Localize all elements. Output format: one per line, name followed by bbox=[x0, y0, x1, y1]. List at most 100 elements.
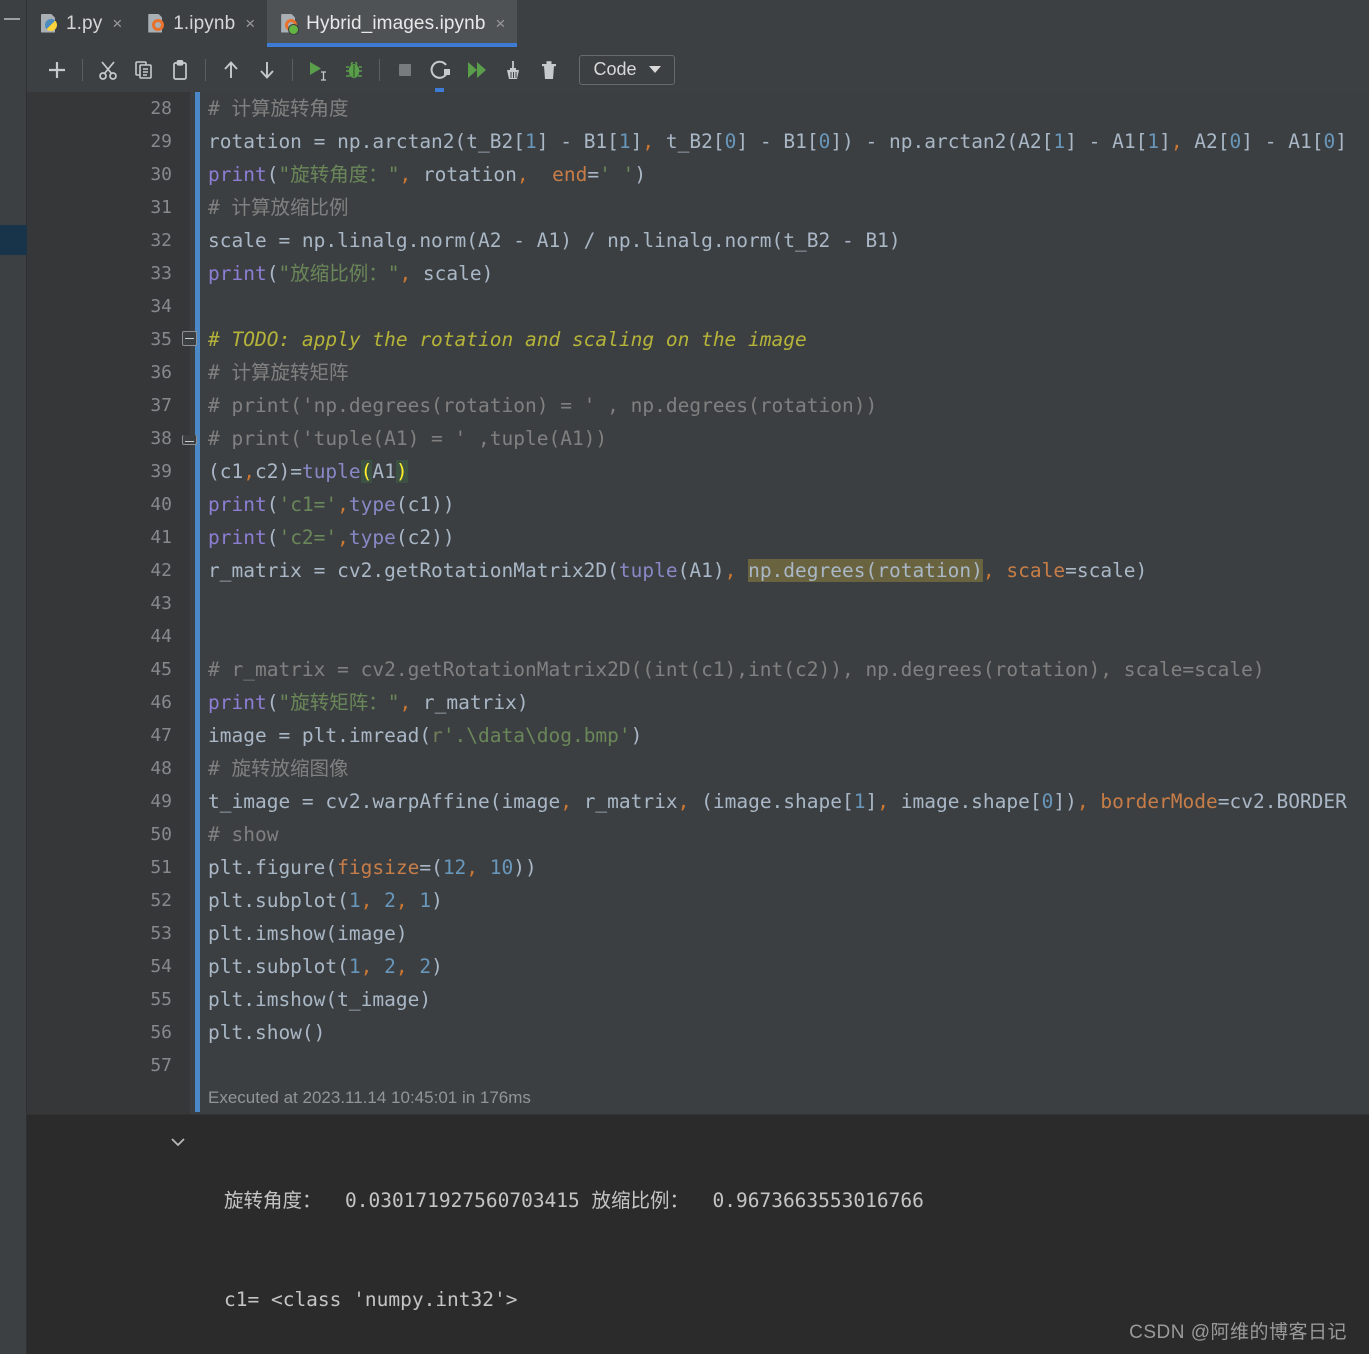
line-number: 45 bbox=[150, 659, 172, 680]
tab-1-ipynb[interactable]: 1.ipynb × bbox=[134, 0, 267, 47]
trash-icon bbox=[542, 60, 556, 79]
line-number: 47 bbox=[150, 725, 172, 746]
line-number: 41 bbox=[150, 527, 172, 548]
run-cell-button[interactable] bbox=[300, 52, 336, 88]
tab-hybrid-images-ipynb[interactable]: Hybrid_images.ipynb × bbox=[267, 0, 518, 47]
toolbar-separator bbox=[292, 58, 293, 81]
line-number: 52 bbox=[150, 890, 172, 911]
code-text: plt.imshow(image) bbox=[208, 922, 408, 945]
code-line[interactable]: 49 t_image = cv2.warpAffine(image, r_matr… bbox=[27, 785, 1369, 818]
code-line[interactable]: 47 image = plt.imread(r'.\data\dog.bmp') bbox=[27, 719, 1369, 752]
tab-label: 1.ipynb bbox=[173, 12, 236, 34]
cell-type-value: Code bbox=[593, 59, 637, 79]
left-tool-strip bbox=[0, 0, 27, 1354]
line-number: 38 bbox=[150, 428, 172, 449]
line-number: 49 bbox=[150, 791, 172, 812]
code-line[interactable]: 50 # show bbox=[27, 818, 1369, 851]
toolbar-separator bbox=[379, 58, 380, 81]
notebook-editor[interactable]: 28 # 计算旋转角度 29 rotation = np.arctan2(t_B2[1… bbox=[27, 92, 1369, 1114]
code-text: # TODO: apply the rotation and scaling o… bbox=[208, 328, 807, 351]
code-cell-content[interactable]: 28 # 计算旋转角度 29 rotation = np.arctan2(t_B2[1… bbox=[27, 92, 1369, 1082]
tab-close-icon[interactable]: × bbox=[110, 15, 124, 32]
scissors-icon bbox=[99, 60, 117, 80]
code-line[interactable]: 36 # 计算旋转矩阵 bbox=[27, 356, 1369, 389]
code-line[interactable]: 42 r_matrix = cv2.getRotationMatrix2D(tup… bbox=[27, 554, 1369, 587]
left-strip-marker bbox=[0, 225, 27, 255]
code-line[interactable]: 39 (c1,c2)=tuple(A1) bbox=[27, 455, 1369, 488]
run-cell-icon bbox=[310, 61, 326, 81]
code-text: print('c2=',type(c2)) bbox=[208, 526, 455, 549]
code-line[interactable]: 54 plt.subplot(1, 2, 2) bbox=[27, 950, 1369, 983]
chevron-down-icon[interactable] bbox=[168, 1132, 188, 1152]
code-text: # print('np.degrees(rotation) = ' , np.d… bbox=[208, 394, 878, 417]
copy-cell-button[interactable] bbox=[126, 52, 162, 88]
move-cell-up-button[interactable] bbox=[213, 52, 249, 88]
jupyter-notebook-file-icon bbox=[281, 13, 300, 35]
code-text: r_matrix = cv2.getRotationMatrix2D(tuple… bbox=[208, 559, 1148, 582]
tab-close-icon[interactable]: × bbox=[494, 15, 508, 32]
cell-type-select[interactable]: Code bbox=[579, 54, 675, 85]
code-line[interactable]: 32 scale = np.linalg.norm(A2 - A1) / np.l… bbox=[27, 224, 1369, 257]
plus-icon bbox=[49, 61, 65, 78]
execution-status-note: Executed at 2023.11.14 10:45:01 in 176ms bbox=[208, 1088, 531, 1107]
code-line[interactable]: 46 print("旋转矩阵：", r_matrix) bbox=[27, 686, 1369, 719]
debug-bug-icon bbox=[346, 61, 362, 78]
code-line[interactable]: 35 # TODO: apply the rotation and scaling… bbox=[27, 323, 1369, 356]
code-line[interactable]: 53 plt.imshow(image) bbox=[27, 917, 1369, 950]
tab-close-icon[interactable]: × bbox=[243, 15, 257, 32]
code-line[interactable]: 44 bbox=[27, 620, 1369, 653]
line-number: 28 bbox=[150, 98, 172, 119]
add-cell-button[interactable] bbox=[39, 52, 75, 88]
code-line[interactable]: 34 bbox=[27, 290, 1369, 323]
arrow-down-icon bbox=[260, 61, 274, 79]
code-line[interactable]: 51 plt.figure(figsize=(12, 10)) bbox=[27, 851, 1369, 884]
code-text: # r_matrix = cv2.getRotationMatrix2D((in… bbox=[208, 658, 1265, 681]
line-number: 43 bbox=[150, 593, 172, 614]
code-line[interactable]: 28 # 计算旋转角度 bbox=[27, 92, 1369, 125]
code-text: print("旋转矩阵：", r_matrix) bbox=[208, 691, 529, 714]
code-line[interactable]: 40 print('c1=',type(c1)) bbox=[27, 488, 1369, 521]
code-line[interactable]: 55 plt.imshow(t_image) bbox=[27, 983, 1369, 1016]
debug-cell-button[interactable] bbox=[336, 52, 372, 88]
collapse-dash-icon[interactable] bbox=[4, 18, 20, 20]
tab-1-py[interactable]: 1.py × bbox=[27, 0, 134, 47]
code-text: print("放缩比例：", scale) bbox=[208, 262, 494, 285]
paste-cell-button[interactable] bbox=[162, 52, 198, 88]
line-number: 30 bbox=[150, 164, 172, 185]
broom-icon bbox=[507, 60, 519, 79]
clear-outputs-button[interactable] bbox=[495, 52, 531, 88]
cut-cell-button[interactable] bbox=[90, 52, 126, 88]
code-line[interactable]: 31 # 计算放缩比例 bbox=[27, 191, 1369, 224]
code-line[interactable]: 29 rotation = np.arctan2(t_B2[1] - B1[1],… bbox=[27, 125, 1369, 158]
line-number: 54 bbox=[150, 956, 172, 977]
line-number: 29 bbox=[150, 131, 172, 152]
run-all-cells-button[interactable] bbox=[459, 52, 495, 88]
delete-cell-button[interactable] bbox=[531, 52, 567, 88]
code-line[interactable]: 48 # 旋转放缩图像 bbox=[27, 752, 1369, 785]
restart-kernel-button[interactable] bbox=[423, 52, 459, 88]
code-fold-end-icon[interactable] bbox=[182, 435, 197, 445]
code-line[interactable]: 57 bbox=[27, 1049, 1369, 1082]
line-number: 42 bbox=[150, 560, 172, 581]
code-text: image = plt.imread(r'.\data\dog.bmp') bbox=[208, 724, 643, 747]
code-line[interactable]: 52 plt.subplot(1, 2, 1) bbox=[27, 884, 1369, 917]
code-line[interactable]: 37 # print('np.degrees(rotation) = ' , np… bbox=[27, 389, 1369, 422]
watermark-text: CSDN @阿维的博客日记 bbox=[1129, 1322, 1347, 1343]
line-number: 55 bbox=[150, 989, 172, 1010]
output-line: 旋转角度： 0.030171927560703415 放缩比例： 0.96736… bbox=[224, 1189, 924, 1212]
code-line[interactable]: 43 bbox=[27, 587, 1369, 620]
line-number: 40 bbox=[150, 494, 172, 515]
code-text: plt.subplot(1, 2, 1) bbox=[208, 889, 443, 912]
code-fold-start-icon[interactable] bbox=[182, 331, 197, 346]
line-number: 50 bbox=[150, 824, 172, 845]
code-line[interactable]: 33 print("放缩比例：", scale) bbox=[27, 257, 1369, 290]
code-line[interactable]: 56 plt.show() bbox=[27, 1016, 1369, 1049]
code-line[interactable]: 45 # r_matrix = cv2.getRotationMatrix2D((… bbox=[27, 653, 1369, 686]
code-line[interactable]: 41 print('c2=',type(c2)) bbox=[27, 521, 1369, 554]
code-line[interactable]: 38 # print('tuple(A1) = ' ,tuple(A1)) bbox=[27, 422, 1369, 455]
code-line[interactable]: 30 print("旋转角度：", rotation, end=' ') bbox=[27, 158, 1369, 191]
line-number: 39 bbox=[150, 461, 172, 482]
line-number: 31 bbox=[150, 197, 172, 218]
move-cell-down-button[interactable] bbox=[249, 52, 285, 88]
interrupt-kernel-button[interactable] bbox=[387, 52, 423, 88]
